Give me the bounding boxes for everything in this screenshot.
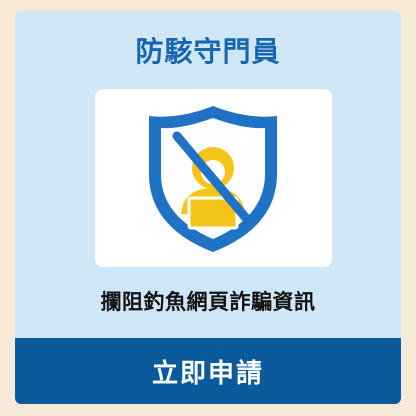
promo-card[interactable]: 防駭守門員 攔阻釣魚網頁詐騙資訊 立即申請 <box>15 11 401 404</box>
card-description: 攔阻釣魚網頁詐騙資訊 <box>100 290 316 314</box>
apply-now-button[interactable]: 立即申請 <box>15 338 401 404</box>
card-title: 防駭守門員 <box>135 35 281 68</box>
icon-panel <box>95 89 332 267</box>
shield-blocked-hacker-icon <box>149 106 277 252</box>
apply-now-label: 立即申請 <box>151 358 264 389</box>
